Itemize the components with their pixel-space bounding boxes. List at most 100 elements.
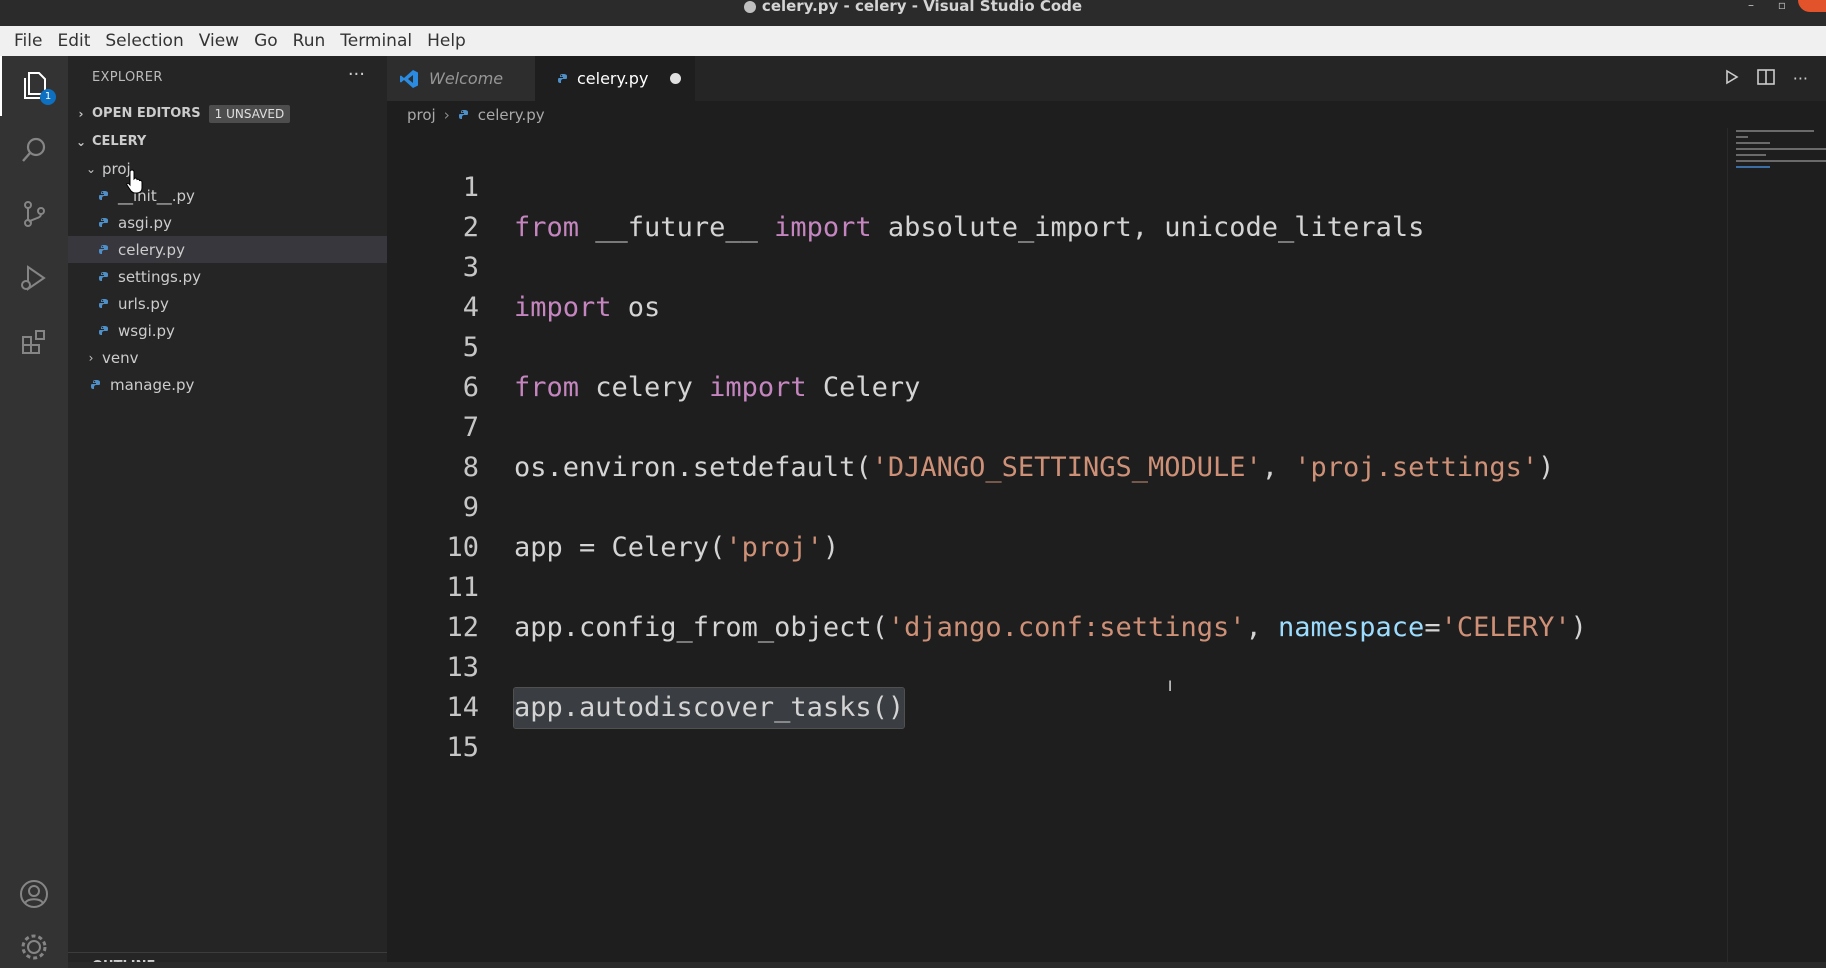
bottom-edge: [68, 962, 1826, 968]
minimap[interactable]: [1727, 128, 1826, 968]
code-line: 3 import os: [387, 208, 1727, 323]
settings-activity[interactable]: [0, 926, 68, 968]
minimap-line: [1736, 166, 1770, 168]
more-actions-button[interactable]: ···: [348, 64, 365, 85]
tab-label: Welcome: [429, 69, 504, 88]
chevron-right-icon: ›: [78, 106, 84, 121]
code-line: 4: [387, 248, 1727, 323]
python-file-icon: [99, 325, 108, 335]
python-file-icon: [99, 298, 108, 308]
menu-selection[interactable]: Selection: [105, 31, 183, 51]
file-label: settings.py: [118, 267, 201, 286]
maximize-button[interactable]: ▫: [1778, 0, 1786, 11]
file-label: wsgi.py: [118, 321, 175, 340]
folder-proj[interactable]: ⌄ proj: [68, 155, 387, 182]
menu-file[interactable]: File: [14, 31, 42, 51]
minimap-line: [1736, 148, 1826, 150]
explorer-header: EXPLORER: [92, 70, 163, 85]
python-file-icon: [99, 217, 108, 227]
file-item-asgi[interactable]: asgi.py: [68, 209, 387, 236]
code-line: 13 app.autodiscover_tasks(): [387, 608, 1727, 729]
chevron-right-icon: ›: [443, 106, 450, 124]
search-icon: [22, 137, 46, 162]
window-title: celery.py - celery - Visual Studio Code: [0, 0, 1826, 14]
file-item-wsgi[interactable]: wsgi.py: [68, 317, 387, 344]
workspace-label: CELERY: [92, 134, 147, 149]
python-file-icon: [99, 244, 108, 254]
file-label: manage.py: [110, 375, 195, 394]
menu-edit[interactable]: Edit: [57, 31, 90, 51]
file-item-celery[interactable]: celery.py: [68, 236, 387, 263]
unsaved-badge: 1 UNSAVED: [208, 104, 291, 123]
python-file-icon: [91, 379, 100, 389]
file-item-urls[interactable]: urls.py: [68, 290, 387, 317]
code-line: 9 app = Celery('proj'): [387, 448, 1727, 563]
run-debug-activity[interactable]: [0, 248, 68, 308]
unsaved-dot-icon: [743, 1, 756, 13]
menu-view[interactable]: View: [199, 31, 239, 51]
split-editor-button[interactable]: [1756, 68, 1775, 89]
run-file-button[interactable]: [1725, 69, 1739, 89]
code-line: 8: [387, 408, 1727, 483]
menu-go[interactable]: Go: [254, 31, 278, 51]
file-item-manage[interactable]: manage.py: [68, 371, 387, 398]
title-bar: celery.py - celery - Visual Studio Code …: [0, 0, 1826, 26]
minimap-line: [1736, 160, 1826, 162]
menu-bar: File Edit Selection View Go Run Terminal…: [0, 26, 1826, 56]
code-line: 5 from celery import Celery: [387, 288, 1727, 403]
editor-tabs: Welcome celery.py ···: [387, 56, 1826, 101]
chevron-right-icon: ›: [88, 350, 94, 365]
code-line: 2: [387, 168, 1727, 243]
python-file-icon: [99, 190, 108, 200]
play-icon: [1725, 69, 1739, 84]
extensions-activity[interactable]: [0, 312, 68, 372]
minimap-line: [1736, 142, 1770, 144]
menu-run[interactable]: Run: [293, 31, 326, 51]
minimap-line: [1736, 154, 1766, 156]
code-editor[interactable]: 1 from __future__ import absolute_import…: [387, 128, 1727, 968]
code-line: 7 os.environ.setdefault('DJANGO_SETTINGS…: [387, 368, 1727, 483]
code-line: 15: [387, 688, 1727, 763]
file-item-init[interactable]: __init__.py: [68, 182, 387, 209]
tab-welcome[interactable]: Welcome: [387, 56, 535, 101]
account-icon: [20, 880, 48, 908]
folder-venv[interactable]: › venv: [68, 344, 387, 371]
settings-gear-icon: [21, 934, 47, 960]
account-activity[interactable]: [0, 864, 68, 924]
search-activity[interactable]: [0, 120, 68, 180]
extensions-icon: [22, 330, 45, 354]
python-file-icon: [558, 73, 567, 83]
breadcrumb-folder[interactable]: proj: [407, 106, 436, 124]
tab-label: celery.py: [577, 69, 649, 88]
open-editors-section[interactable]: › OPEN EDITORS 1 UNSAVED: [68, 100, 387, 127]
open-editors-label: OPEN EDITORS: [92, 106, 201, 121]
run-debug-icon: [21, 265, 46, 291]
python-file-icon: [99, 271, 108, 281]
file-label: celery.py: [118, 240, 185, 259]
source-control-icon: [24, 201, 45, 227]
file-label: urls.py: [118, 294, 169, 313]
menu-terminal[interactable]: Terminal: [340, 31, 412, 51]
chevron-down-icon: ⌄: [76, 134, 87, 149]
modified-dot-icon[interactable]: [670, 73, 681, 84]
explorer-activity[interactable]: 1: [0, 56, 68, 116]
more-editor-actions-button[interactable]: ···: [1793, 69, 1808, 88]
minimize-button[interactable]: –: [1748, 0, 1754, 11]
tab-celery-py[interactable]: celery.py: [535, 56, 695, 101]
file-item-settings[interactable]: settings.py: [68, 263, 387, 290]
workspace-section[interactable]: ⌄ CELERY: [68, 128, 387, 155]
source-control-activity[interactable]: [0, 184, 68, 244]
code-line: 12: [387, 568, 1727, 643]
line-number: 15: [446, 732, 479, 763]
code-line: 14: [387, 648, 1727, 723]
chevron-down-icon: ⌄: [86, 161, 97, 176]
breadcrumb-file[interactable]: celery.py: [478, 106, 545, 124]
hand-pointer-icon: [126, 169, 143, 194]
code-line: 6: [387, 328, 1727, 403]
minimap-line: [1736, 136, 1748, 138]
split-editor-icon: [1756, 68, 1775, 85]
menu-help[interactable]: Help: [427, 31, 466, 51]
explorer-sidebar: EXPLORER ··· › OPEN EDITORS 1 UNSAVED ⌄ …: [68, 56, 387, 968]
file-label: asgi.py: [118, 213, 172, 232]
code-line: 10: [387, 488, 1727, 563]
